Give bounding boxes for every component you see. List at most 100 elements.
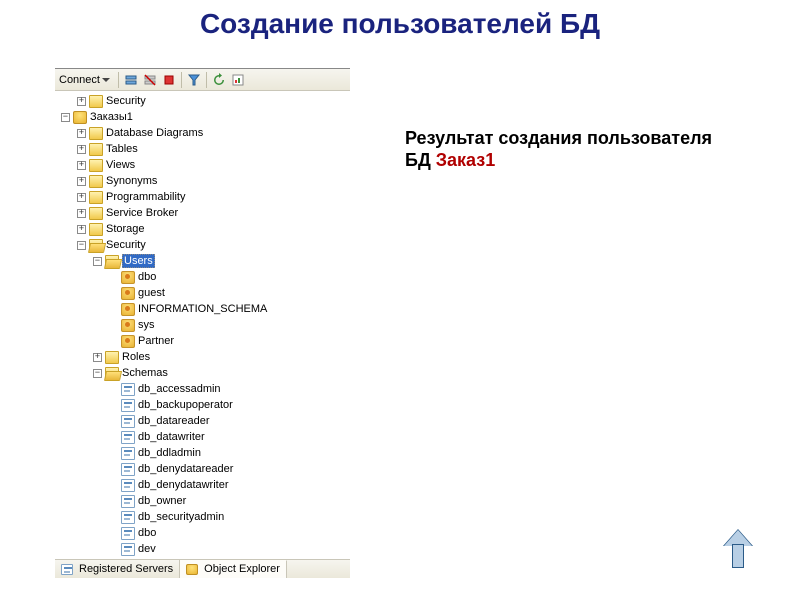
- expander-none: [109, 321, 118, 330]
- folder-open-icon: [89, 239, 103, 252]
- disconnect-icon[interactable]: [142, 72, 158, 88]
- tree-node[interactable]: dbo: [55, 269, 350, 285]
- tree-node-label: sys: [138, 319, 155, 331]
- expand-icon[interactable]: [77, 177, 86, 186]
- expander-none: [109, 481, 118, 490]
- tree-node[interactable]: Заказы1: [55, 109, 350, 125]
- description-line1: Результат создания пользователя: [405, 128, 712, 148]
- schema-icon: [121, 543, 135, 556]
- expand-icon[interactable]: [77, 225, 86, 234]
- expand-icon[interactable]: [77, 97, 86, 106]
- folder-icon: [105, 351, 119, 364]
- tree-node-label: db_denydatawriter: [138, 479, 229, 491]
- schema-icon: [121, 415, 135, 428]
- tree-node-label: db_denydatareader: [138, 463, 233, 475]
- tree-node-label: db_owner: [138, 495, 186, 507]
- expander-none: [109, 449, 118, 458]
- tree-node[interactable]: Database Diagrams: [55, 125, 350, 141]
- folder-icon: [89, 207, 103, 220]
- tree-node[interactable]: Synonyms: [55, 173, 350, 189]
- refresh-icon[interactable]: [211, 72, 227, 88]
- expander-none: [109, 433, 118, 442]
- expand-icon[interactable]: [77, 193, 86, 202]
- schema-icon: [121, 527, 135, 540]
- toolbar-separator: [206, 72, 207, 88]
- toolbar-separator: [118, 72, 119, 88]
- tree-node-label: INFORMATION_SCHEMA: [138, 303, 267, 315]
- tree-node-label: db_datareader: [138, 415, 210, 427]
- tree-node[interactable]: Schemas: [55, 365, 350, 381]
- tree-node-label: db_accessadmin: [138, 383, 221, 395]
- tree-node[interactable]: Storage: [55, 221, 350, 237]
- report-icon[interactable]: [230, 72, 246, 88]
- tree-node-label: Programmability: [106, 191, 185, 203]
- tree-node[interactable]: Partner: [55, 333, 350, 349]
- tree-node[interactable]: db_backupoperator: [55, 397, 350, 413]
- collapse-icon[interactable]: [77, 241, 86, 250]
- stop-icon[interactable]: [161, 72, 177, 88]
- tree-node[interactable]: db_denydatareader: [55, 461, 350, 477]
- user-icon: [121, 303, 135, 316]
- tab-registered-servers[interactable]: Registered Servers: [55, 560, 180, 578]
- connect-dropdown[interactable]: Connect: [57, 74, 114, 86]
- expand-icon[interactable]: [77, 209, 86, 218]
- tree-node[interactable]: db_ddladmin: [55, 445, 350, 461]
- tree-node[interactable]: Service Broker: [55, 205, 350, 221]
- folder-open-icon: [105, 255, 119, 268]
- user-icon: [121, 271, 135, 284]
- collapse-icon[interactable]: [93, 369, 102, 378]
- tree-node-label: db_backupoperator: [138, 399, 233, 411]
- tree-node[interactable]: dbo: [55, 525, 350, 541]
- tree-node[interactable]: db_denydatawriter: [55, 477, 350, 493]
- tree-node[interactable]: db_datawriter: [55, 429, 350, 445]
- tree-node[interactable]: db_securityadmin: [55, 509, 350, 525]
- tree-node-label: Roles: [122, 351, 150, 363]
- tab-label: Object Explorer: [204, 563, 280, 575]
- expander-none: [109, 337, 118, 346]
- tree-node[interactable]: Roles: [55, 349, 350, 365]
- tree-node[interactable]: db_accessadmin: [55, 381, 350, 397]
- expander-none: [109, 465, 118, 474]
- user-icon: [121, 287, 135, 300]
- tree-node-label: dbo: [138, 527, 156, 539]
- connect-icon[interactable]: [123, 72, 139, 88]
- collapse-icon[interactable]: [61, 113, 70, 122]
- tab-object-explorer[interactable]: Object Explorer: [180, 560, 287, 578]
- filter-icon[interactable]: [186, 72, 202, 88]
- collapse-icon[interactable]: [93, 257, 102, 266]
- expander-none: [109, 401, 118, 410]
- tree-node-label: db_ddladmin: [138, 447, 201, 459]
- tree-node[interactable]: db_datareader: [55, 413, 350, 429]
- tree-node[interactable]: Tables: [55, 141, 350, 157]
- tree-node[interactable]: Programmability: [55, 189, 350, 205]
- explorer-icon: [186, 564, 198, 575]
- tree-node[interactable]: guest: [55, 285, 350, 301]
- expand-icon[interactable]: [93, 353, 102, 362]
- tree-node[interactable]: Views: [55, 157, 350, 173]
- tree-node[interactable]: INFORMATION_SCHEMA: [55, 301, 350, 317]
- tree-node[interactable]: Security: [55, 93, 350, 109]
- tree-node-label: Storage: [106, 223, 145, 235]
- tree-node[interactable]: Users: [55, 253, 350, 269]
- user-icon: [121, 335, 135, 348]
- tree-node[interactable]: sys: [55, 317, 350, 333]
- tree-node[interactable]: dev: [55, 541, 350, 557]
- tree-view[interactable]: Security Заказы1 Database DiagramsTablesVi…: [55, 91, 350, 559]
- arrow-up-icon[interactable]: [724, 530, 752, 570]
- tree-node[interactable]: db_owner: [55, 493, 350, 509]
- tree-node[interactable]: Security: [55, 237, 350, 253]
- toolbar-separator: [181, 72, 182, 88]
- server-icon: [61, 564, 73, 575]
- schema-icon: [121, 479, 135, 492]
- expand-icon[interactable]: [77, 161, 86, 170]
- schema-icon: [121, 463, 135, 476]
- tab-label: Registered Servers: [79, 563, 173, 575]
- schema-icon: [121, 399, 135, 412]
- description-highlight: Заказ1: [436, 150, 495, 170]
- schema-icon: [121, 383, 135, 396]
- tree-node-label: guest: [138, 287, 165, 299]
- tree-node-label: Заказы1: [90, 111, 133, 123]
- expander-none: [109, 289, 118, 298]
- expand-icon[interactable]: [77, 129, 86, 138]
- expand-icon[interactable]: [77, 145, 86, 154]
